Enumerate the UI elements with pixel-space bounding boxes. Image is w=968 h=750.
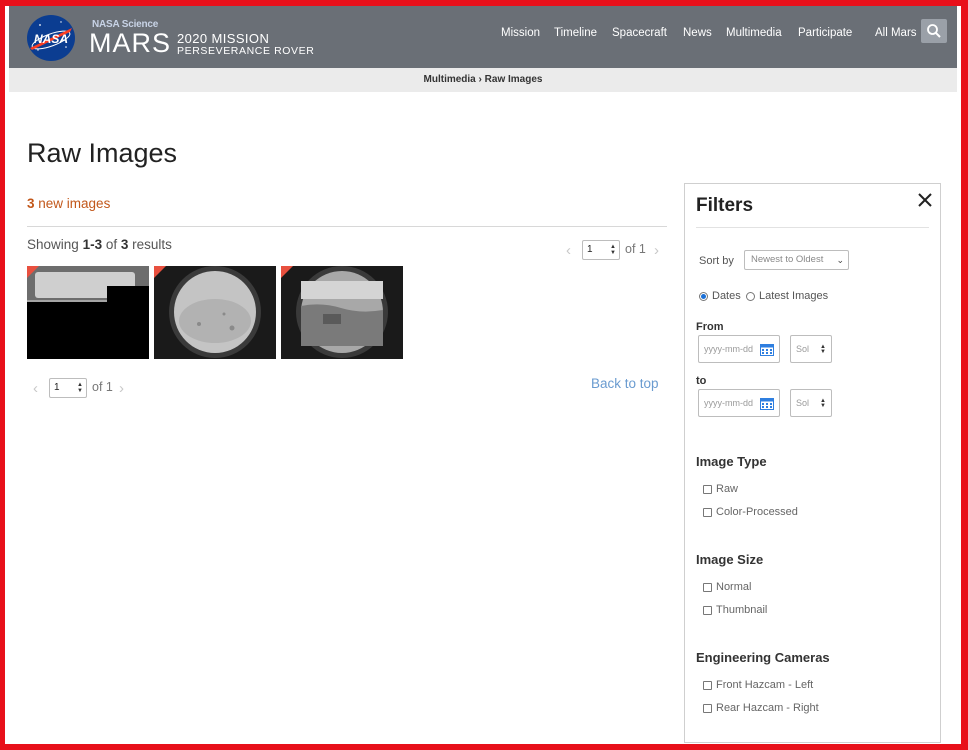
nav-news[interactable]: News: [683, 27, 712, 39]
new-images-notice[interactable]: 3 new images: [27, 196, 110, 211]
sort-select-value: Newest to Oldest: [751, 254, 824, 265]
nav-all-mars[interactable]: All Mars: [875, 27, 917, 39]
calendar-icon[interactable]: [760, 397, 774, 410]
chevron-down-icon: ⌄: [836, 255, 844, 265]
pagination-bottom: ‹ 1 ▲ ▼ of 1 ›: [33, 378, 133, 398]
checkbox-thumbnail[interactable]: [703, 606, 712, 615]
breadcrumb-separator: ›: [478, 74, 482, 85]
checkbox-rear-hazcam-right[interactable]: [703, 704, 712, 713]
page-number-input[interactable]: 1 ▲ ▼: [49, 378, 87, 398]
pagination-top: ‹ 1 ▲ ▼ of 1 ›: [566, 240, 666, 260]
back-to-top-link[interactable]: Back to top: [591, 376, 659, 391]
checkbox-color-processed-label: Color-Processed: [716, 506, 798, 518]
divider: [27, 226, 667, 227]
image-type-title: Image Type: [696, 454, 767, 469]
to-label: to: [696, 375, 707, 387]
raw-image-3: [281, 266, 403, 359]
spinner-icon[interactable]: ▲ ▼: [77, 382, 83, 394]
page-number-input[interactable]: 1 ▲ ▼: [582, 240, 620, 260]
from-sol-input[interactable]: Sol ▲ ▼: [790, 335, 832, 363]
to-sol-input[interactable]: Sol ▲ ▼: [790, 389, 832, 417]
search-button[interactable]: [921, 19, 947, 43]
raw-image-2: [154, 266, 276, 359]
prev-page-icon[interactable]: ‹: [33, 380, 38, 397]
next-page-icon[interactable]: ›: [119, 380, 124, 397]
page-of-label: of 1: [625, 242, 646, 256]
image-size-title: Image Size: [696, 552, 764, 567]
checkbox-front-hazcam-left[interactable]: [703, 681, 712, 690]
brand-rover: PERSEVERANCE ROVER: [177, 45, 315, 57]
showing-of: of: [105, 237, 118, 252]
calendar-icon[interactable]: [760, 343, 774, 356]
filters-title: Filters: [696, 195, 754, 216]
checkbox-color-processed[interactable]: [703, 508, 712, 517]
radio-latest-images[interactable]: [746, 292, 755, 301]
thumbnail-3[interactable]: [281, 266, 403, 359]
from-date-input[interactable]: yyyy-mm-dd: [698, 335, 780, 363]
next-page-icon[interactable]: ›: [654, 242, 659, 259]
prev-page-icon[interactable]: ‹: [566, 242, 571, 259]
checkbox-normal-label: Normal: [716, 581, 752, 593]
showing-suffix: results: [132, 237, 172, 252]
radio-dates-label: Dates: [712, 290, 741, 302]
nav-timeline[interactable]: Timeline: [554, 27, 597, 39]
new-badge-corner: [154, 266, 166, 278]
close-icon[interactable]: [916, 191, 934, 209]
new-badge-corner: [281, 266, 293, 278]
page-number-value: 1: [54, 382, 60, 393]
to-date-placeholder: yyyy-mm-dd: [704, 398, 753, 408]
breadcrumb: Multimedia › Raw Images: [9, 68, 957, 92]
from-sol-placeholder: Sol: [796, 344, 810, 354]
showing-total: 3: [120, 237, 129, 252]
divider: [696, 227, 929, 228]
page-title: Raw Images: [27, 138, 178, 168]
to-sol-placeholder: Sol: [796, 398, 810, 408]
thumbnail-2[interactable]: [154, 266, 276, 359]
page-number-value: 1: [587, 244, 593, 255]
checkbox-raw-label: Raw: [716, 483, 739, 495]
new-images-count: 3: [27, 196, 35, 211]
radio-latest-label: Latest Images: [759, 290, 829, 302]
filters-panel: Filters Sort by Newest to Oldest ⌄ Dates…: [684, 183, 941, 743]
nav-multimedia[interactable]: Multimedia: [726, 27, 782, 39]
checkbox-normal[interactable]: [703, 583, 712, 592]
checkbox-thumbnail-label: Thumbnail: [716, 604, 768, 616]
nav-mission[interactable]: Mission: [501, 27, 540, 39]
nav-spacecraft[interactable]: Spacecraft: [612, 27, 667, 39]
new-images-label: new images: [38, 196, 111, 211]
checkbox-front-hazcam-left-label: Front Hazcam - Left: [716, 679, 814, 691]
showing-prefix: Showing: [27, 237, 79, 252]
page-frame: NASA NASA Science MARS 2020 MISSION PERS…: [5, 6, 961, 744]
engineering-cameras-title: Engineering Cameras: [696, 650, 830, 665]
showing-range: 1-3: [82, 237, 103, 252]
checkbox-raw[interactable]: [703, 485, 712, 494]
results-summary: Showing 1-3 of 3 results: [27, 237, 172, 252]
site-header: NASA NASA Science MARS 2020 MISSION PERS…: [9, 6, 957, 68]
breadcrumb-current: Raw Images: [484, 74, 543, 85]
from-date-placeholder: yyyy-mm-dd: [704, 344, 753, 354]
checkbox-rear-hazcam-right-label: Rear Hazcam - Right: [716, 702, 819, 714]
spinner-icon[interactable]: ▲ ▼: [820, 398, 826, 409]
spinner-icon[interactable]: ▲ ▼: [610, 244, 616, 256]
raw-image-1: [27, 266, 149, 359]
thumbnail-1[interactable]: [27, 266, 149, 359]
new-badge-corner: [27, 266, 39, 278]
sort-label: Sort by: [699, 255, 734, 267]
from-label: From: [696, 321, 724, 333]
search-icon: [927, 24, 941, 38]
sort-select[interactable]: Newest to Oldest ⌄: [744, 250, 849, 270]
breadcrumb-parent[interactable]: Multimedia: [424, 74, 476, 85]
spinner-icon[interactable]: ▲ ▼: [820, 344, 826, 355]
nav-participate[interactable]: Participate: [798, 27, 852, 39]
to-date-input[interactable]: yyyy-mm-dd: [698, 389, 780, 417]
page-of-label: of 1: [92, 380, 113, 394]
main-nav: Mission Timeline Spacecraft News Multime…: [9, 27, 957, 43]
radio-dates[interactable]: [699, 292, 708, 301]
